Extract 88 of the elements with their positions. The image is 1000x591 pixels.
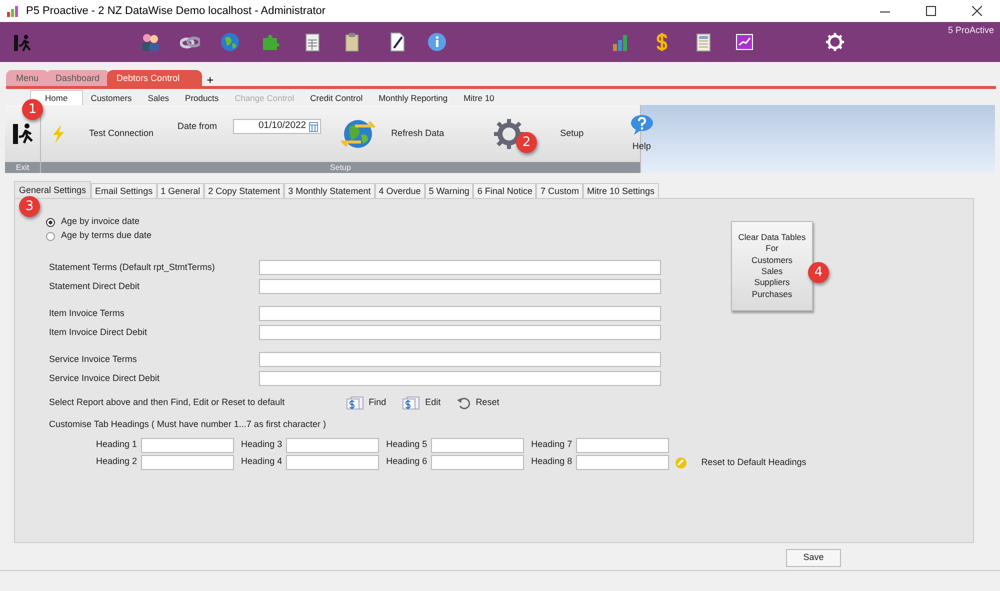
heading-field[interactable]: [431, 438, 524, 452]
setup-button[interactable]: Setup: [560, 126, 584, 140]
heading-label: Heading 8: [531, 455, 572, 468]
heading-label: Heading 7: [531, 438, 572, 452]
date-label: Date from: [178, 120, 218, 133]
heading-label: Heading 4: [241, 455, 282, 468]
window-title: P5 Proactive - 2 NZ DataWise Demo localhost - Administrator: [26, 4, 326, 19]
ribbon-tab[interactable]: Credit Control: [302, 90, 371, 105]
globe-icon[interactable]: [220, 32, 240, 52]
field-label: Service Invoice Terms: [49, 352, 138, 366]
undo-icon: [456, 396, 471, 410]
reset-headings-button[interactable]: Reset to Default Headings: [675, 456, 806, 470]
settings-tab[interactable]: 1 General: [156, 183, 204, 198]
settings-tab[interactable]: Email Settings: [91, 183, 157, 198]
settings-tab[interactable]: 5 Warning: [424, 183, 474, 198]
text-field[interactable]: [259, 371, 661, 386]
heading-field[interactable]: [576, 438, 670, 452]
ribbon-tab[interactable]: Sales: [140, 90, 178, 105]
field-label: Item Invoice Direct Debit: [49, 326, 148, 339]
settings-icon[interactable]: [825, 32, 845, 52]
settings-tab[interactable]: 7 Custom: [536, 183, 583, 198]
text-field[interactable]: [259, 279, 661, 294]
ribbon-tab[interactable]: Products: [177, 90, 227, 105]
app-tab[interactable]: Debtors Control: [106, 70, 202, 86]
group-label: Exit: [5, 162, 40, 173]
field-label: Service Invoice Direct Debit: [49, 372, 161, 385]
ribbon-tab[interactable]: Customers: [82, 90, 140, 105]
heading-field[interactable]: [576, 454, 670, 470]
bar-chart-icon[interactable]: [610, 32, 630, 52]
date-value: 01/10/2022: [258, 119, 306, 134]
heading-field[interactable]: [286, 454, 380, 470]
test-connection-button[interactable]: Test Connection: [89, 126, 154, 140]
text-field[interactable]: [259, 352, 661, 367]
heading-field[interactable]: [141, 454, 234, 470]
radio-button[interactable]: [46, 232, 55, 240]
settings-tab[interactable]: 3 Monthly Statement: [284, 183, 375, 198]
app-tab[interactable]: Dashboard: [46, 70, 110, 86]
heading-label: Heading 5: [386, 438, 428, 452]
field-label: Statement Terms (Default rpt_StmtTerms): [49, 260, 216, 274]
maximize-icon[interactable]: [926, 6, 936, 16]
heading-field[interactable]: [141, 438, 234, 452]
ribbon-tab[interactable]: Mitre 10: [456, 90, 502, 105]
exit-icon[interactable]: [10, 120, 34, 146]
settings-tab[interactable]: Mitre 10 Settings: [582, 183, 658, 198]
graph-icon[interactable]: [734, 32, 754, 52]
people-icon[interactable]: [140, 32, 160, 52]
save-button[interactable]: Save: [786, 549, 841, 567]
report-icon: [402, 396, 420, 410]
text-field[interactable]: [259, 325, 661, 340]
report-prompt: Select Report above and then Find, Edit or Reset to default: [49, 396, 285, 410]
clear-data-tables-button[interactable]: Clear Data Tables For Customers Sales Suppliers Purchases: [731, 221, 813, 311]
radio-label: Age by terms due date: [61, 229, 152, 242]
report-icon: [346, 396, 364, 410]
app-icon: [6, 5, 18, 17]
settings-tab[interactable]: General Settings: [14, 181, 92, 198]
report-action-button[interactable]: Reset: [456, 396, 500, 410]
calendar-icon[interactable]: [309, 121, 318, 132]
heading-label: Heading 3: [241, 438, 282, 452]
info-icon[interactable]: [427, 32, 447, 52]
help-button[interactable]: Help: [632, 140, 651, 154]
field-label: Statement Direct Debit: [49, 280, 141, 293]
refresh-data-button[interactable]: Refresh Data: [391, 126, 444, 140]
heading-field[interactable]: [431, 454, 524, 470]
settings-tab[interactable]: 2 Copy Statement: [204, 183, 284, 198]
headings-title: Customise Tab Headings ( Must have number 1...7 as first character ): [48, 418, 327, 431]
radio-button[interactable]: [46, 218, 55, 226]
app-tab[interactable]: Menu: [6, 70, 49, 86]
puzzle-icon[interactable]: [260, 32, 280, 52]
help-icon[interactable]: [630, 114, 654, 136]
date-field[interactable]: 01/10/2022: [233, 119, 322, 134]
close-icon[interactable]: [972, 6, 982, 16]
heading-label: Heading 2: [96, 455, 138, 468]
field-label: Item Invoice Terms: [49, 306, 126, 320]
text-field[interactable]: [259, 260, 661, 275]
heading-label: Heading 6: [386, 455, 428, 468]
settings-tab[interactable]: 6 Final Notice: [473, 183, 536, 198]
heading-label: Heading 1: [96, 438, 138, 452]
brand-label: 5 ProActive: [948, 24, 994, 37]
heading-field[interactable]: [286, 438, 380, 452]
report-action-button[interactable]: Edit: [402, 396, 441, 410]
eraser-icon: [675, 456, 688, 469]
ribbon-tab[interactable]: Home: [30, 90, 83, 105]
ribbon-tab[interactable]: Monthly Reporting: [370, 90, 456, 105]
report-action-button[interactable]: Find: [346, 396, 386, 410]
radio-label: Age by invoice date: [61, 215, 140, 228]
settings-tab[interactable]: 4 Overdue: [374, 183, 425, 198]
group-label: Setup: [41, 162, 640, 173]
text-field[interactable]: [259, 306, 661, 321]
